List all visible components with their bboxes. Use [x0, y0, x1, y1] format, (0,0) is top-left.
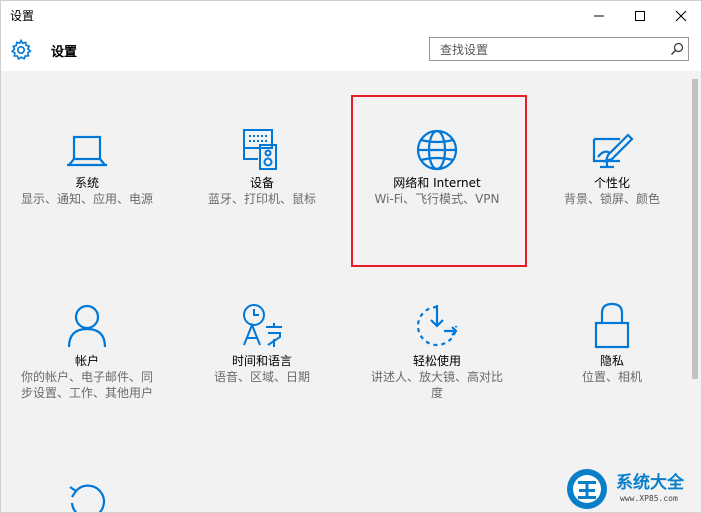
- tile-desc: 语音、区域、日期: [213, 370, 310, 384]
- highlight-box: [351, 95, 527, 267]
- tile-time-language[interactable]: 时间和语言 语音、区域、日期: [182, 303, 342, 385]
- maximize-icon: [635, 11, 645, 21]
- close-button[interactable]: [659, 1, 701, 31]
- scrollbar-thumb[interactable]: [692, 79, 698, 379]
- update-icon: [69, 484, 106, 512]
- tile-privacy[interactable]: 隐私 位置、相机: [532, 301, 692, 385]
- tile-desc: 显示、通知、应用、电源: [20, 192, 153, 206]
- tile-desc: 蓝牙、打印机、鼠标: [207, 192, 316, 206]
- window-title: 设置: [10, 9, 35, 23]
- tile-personalization[interactable]: 个性化 背景、锁屏、颜色: [532, 131, 692, 207]
- person-icon: [67, 304, 107, 348]
- settings-header: 设置 查找设置: [1, 31, 701, 71]
- ease-of-access-icon: [416, 305, 458, 347]
- page-title: 设置: [51, 45, 78, 60]
- search-input[interactable]: 查找设置: [429, 37, 689, 61]
- lock-icon: [594, 302, 630, 349]
- settings-grid: 系统 显示、通知、应用、电源 设备 蓝牙、打印机、鼠标 网络和 Internet…: [1, 71, 692, 512]
- title-bar: 设置: [1, 1, 701, 31]
- close-icon: [675, 10, 687, 22]
- vertical-scrollbar[interactable]: [689, 71, 701, 512]
- tile-name: 时间和语言: [231, 354, 292, 368]
- watermark-url: www.XP85.com: [620, 494, 678, 503]
- minimize-button[interactable]: [577, 1, 621, 31]
- gear-icon: [10, 38, 32, 61]
- personalization-icon: [592, 133, 634, 169]
- search-placeholder: 查找设置: [440, 43, 489, 57]
- devices-icon: [243, 129, 277, 170]
- search-icon[interactable]: [670, 42, 684, 56]
- watermark-logo-icon: [567, 469, 607, 509]
- tile-name: 系统: [74, 176, 99, 190]
- tile-name: 帐户: [74, 354, 99, 368]
- tile-ease-of-access[interactable]: 轻松使用 讲述人、放大镜、高对比度: [357, 303, 517, 401]
- tile-name: 个性化: [593, 176, 630, 190]
- maximize-button[interactable]: [618, 1, 662, 31]
- tile-devices[interactable]: 设备 蓝牙、打印机、鼠标: [182, 127, 342, 207]
- minimize-icon: [594, 15, 604, 17]
- tile-accounts[interactable]: 帐户 你的帐户、电子邮件、同步设置、工作、其他用户: [7, 303, 167, 401]
- tile-desc: 讲述人、放大镜、高对比度: [370, 370, 503, 400]
- tile-desc: 你的帐户、电子邮件、同步设置、工作、其他用户: [20, 370, 153, 400]
- tile-update-security[interactable]: [7, 477, 167, 512]
- tile-system[interactable]: 系统 显示、通知、应用、电源: [7, 131, 167, 207]
- tile-desc: 背景、锁屏、颜色: [563, 192, 660, 206]
- settings-window: 设置 设置 查找设置 系统 显示、通知、应用、电源 设备 蓝牙、打印机、鼠标 网…: [0, 0, 702, 513]
- tile-name: 设备: [249, 176, 274, 190]
- laptop-icon: [67, 135, 107, 167]
- time-language-icon: [243, 304, 282, 347]
- watermark: 系统大全 www.XP85.com: [566, 466, 701, 512]
- watermark-text: 系统大全: [616, 473, 684, 493]
- tile-name: 隐私: [599, 354, 624, 368]
- tile-name: 轻松使用: [412, 354, 461, 368]
- tile-desc: 位置、相机: [581, 370, 642, 384]
